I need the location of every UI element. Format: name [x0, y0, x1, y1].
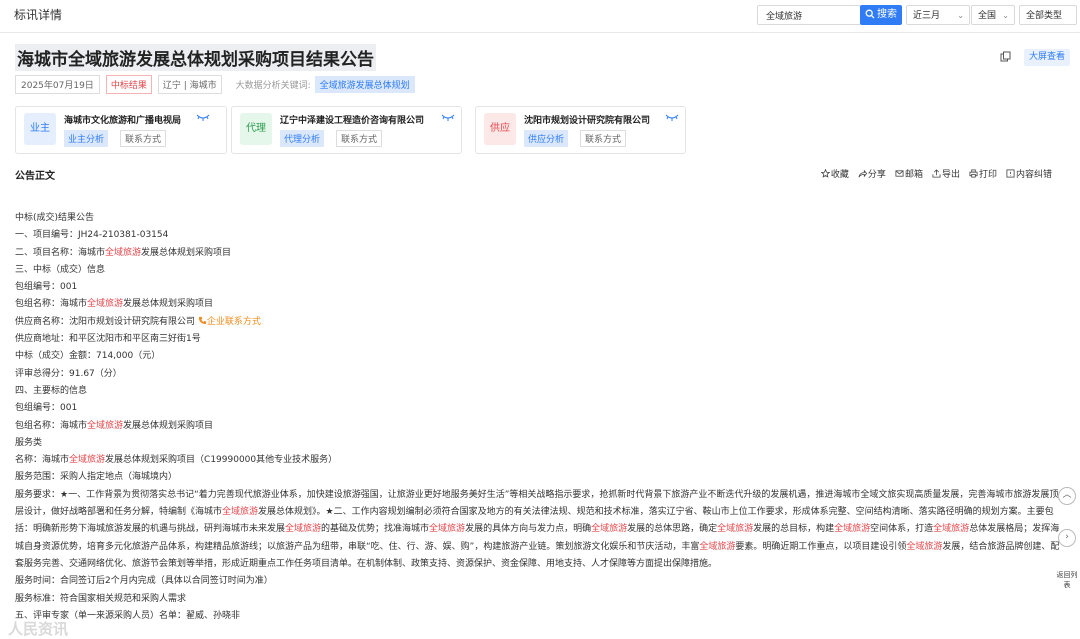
keyword-label: 大数据分析关键词:: [235, 80, 311, 91]
supplier-card: 供应 沈阳市规划设计研究院有限公司 供应分析 联系方式: [475, 106, 686, 154]
body-line: 包组名称：海城市全域旅游发展总体规划采购项目: [15, 299, 214, 310]
body-line: 二、项目名称：海城市全域旅游发展总体规划采购项目: [15, 247, 232, 258]
report-error-label: 内容纠错: [1015, 170, 1052, 180]
region-tag: 辽宁 | 海城市: [157, 74, 222, 94]
next-button[interactable]: ›: [1058, 529, 1076, 547]
export-label: 导出: [941, 170, 960, 180]
chevron-down-icon: ⌄: [957, 11, 964, 20]
status-badge: 中标结果: [105, 74, 152, 94]
back-to-list-button[interactable]: 返回列表: [1056, 570, 1078, 590]
scroll-up-button[interactable]: ︿: [1058, 487, 1076, 505]
phone-icon: [198, 316, 206, 324]
org-name[interactable]: 辽宁中泽建设工程造价咨询有限公司: [280, 113, 424, 126]
service-requirements: 服务要求：★一、工作背景为贯彻落实总书记“着力完善现代旅游业体系，加快建设旅游强…: [15, 489, 1060, 569]
copy-icon[interactable]: [1000, 51, 1011, 62]
eye-icon[interactable]: [441, 113, 455, 122]
agent-card: 代理 辽宁中泽建设工程造价咨询有限公司 代理分析 联系方式: [231, 106, 462, 154]
body-line: 五、评审专家（单一来源采购人员）名单：翟威、孙晓非: [15, 610, 241, 621]
action-bar: 收藏 分享 邮箱 导出 打印 内容纠错: [812, 167, 1052, 180]
big-screen-button[interactable]: 大屏查看: [1024, 49, 1070, 66]
owner-contact-button[interactable]: 联系方式: [120, 130, 167, 147]
time-filter-value: 近三月: [913, 11, 941, 21]
body-line: 服务范围：采购人指定地点（海城境内）: [15, 472, 178, 483]
print-label: 打印: [978, 170, 997, 180]
section-title: 公告正文: [15, 171, 55, 182]
body-line: 评审总得分：91.67（分）: [15, 368, 122, 379]
keyword-highlight: 全域旅游: [105, 247, 142, 258]
share-button[interactable]: 分享: [858, 167, 886, 180]
role-badge: 供应: [484, 113, 516, 145]
top-bar: 标讯详情 搜索 近三月 ⌄ 全国 ⌄ 全部类型: [0, 0, 1080, 33]
keyword-highlight: 全域旅游: [87, 420, 124, 431]
search-icon: [865, 9, 875, 19]
email-label: 邮箱: [904, 170, 923, 180]
role-badge: 代理: [240, 113, 272, 145]
body-line: 包组编号：001: [15, 282, 78, 293]
body-line: 包组编号：001: [15, 403, 78, 414]
body-line: 四、主要标的信息: [15, 385, 88, 396]
time-filter-dropdown[interactable]: 近三月 ⌄: [906, 5, 970, 25]
body-line: 一、项目编号：JH24-210381-03154: [15, 230, 169, 241]
export-icon: [932, 169, 941, 178]
favorite-button[interactable]: 收藏: [820, 167, 849, 180]
org-name[interactable]: 沈阳市规划设计研究院有限公司: [524, 113, 650, 126]
keyword-tag[interactable]: 全域旅游发展总体规划: [314, 75, 415, 93]
body-line: 服务类: [15, 437, 43, 448]
supplier-contact-button[interactable]: 联系方式: [580, 130, 627, 147]
region-filter-dropdown[interactable]: 全国 ⌄: [971, 5, 1015, 25]
owner-card: 业主 海城市文化旅游和广播电视局 业主分析 联系方式: [15, 106, 227, 154]
body-line: 供应商名称：沈阳市规划设计研究院有限公司 企业联系方式: [15, 316, 261, 327]
star-icon: [820, 169, 830, 178]
search-input[interactable]: [757, 5, 861, 25]
keyword-highlight: 全域旅游: [87, 299, 124, 310]
body-line: 名称：海城市全域旅游发展总体规划采购项目（C19990000其他专业技术服务）: [15, 455, 338, 466]
mail-icon: [895, 170, 904, 177]
eye-icon[interactable]: [196, 113, 210, 122]
date-tag: 2025年07月19日: [15, 74, 100, 94]
meta-row: 2025年07月19日 中标结果 辽宁 | 海城市 大数据分析关键词: 全域旅游…: [15, 74, 415, 94]
org-name[interactable]: 海城市文化旅游和广播电视局: [64, 113, 181, 126]
chevron-right-icon: ›: [1065, 532, 1069, 542]
search-button[interactable]: 搜索: [860, 5, 902, 25]
chevron-down-icon: ⌄: [1002, 11, 1009, 20]
body-line: 供应商地址：和平区沈阳市和平区南三好街1号: [15, 334, 201, 345]
region-filter-value: 全国: [978, 11, 997, 21]
email-button[interactable]: 邮箱: [895, 167, 923, 180]
notice-body: 中标(成交)结果公告 一、项目编号：JH24-210381-03154 二、项目…: [15, 210, 1060, 625]
body-line: 服务标准：符合国家相关规范和采购人需求: [15, 593, 187, 604]
favorite-label: 收藏: [830, 170, 849, 180]
role-badge: 业主: [24, 113, 56, 145]
agent-contact-button[interactable]: 联系方式: [336, 130, 383, 147]
share-icon: [858, 169, 867, 178]
print-button[interactable]: 打印: [969, 167, 997, 180]
body-line: 包组名称：海城市全域旅游发展总体规划采购项目: [15, 420, 214, 431]
tab-title[interactable]: 标讯详情: [14, 6, 62, 23]
body-line: 服务时间：合同签订后2个月内完成（具体以合同签订时间为准）: [15, 576, 273, 587]
export-button[interactable]: 导出: [932, 167, 960, 180]
search-button-label: 搜索: [877, 9, 897, 20]
company-contact-link[interactable]: 企业联系方式: [198, 316, 261, 327]
agent-analysis-button[interactable]: 代理分析: [280, 130, 325, 147]
watermark: 人民资讯: [8, 620, 69, 638]
share-label: 分享: [867, 170, 886, 180]
page-title: 海城市全域旅游发展总体规划采购项目结果公告: [15, 44, 376, 71]
eye-icon[interactable]: [665, 113, 679, 122]
chevron-up-icon: ︿: [1062, 490, 1072, 500]
body-line: 三、中标（成交）信息: [15, 264, 106, 275]
print-icon: [969, 169, 978, 178]
report-error-button[interactable]: 内容纠错: [1006, 167, 1052, 180]
type-filter-dropdown[interactable]: 全部类型: [1019, 5, 1077, 25]
supplier-analysis-button[interactable]: 供应分析: [524, 130, 569, 147]
owner-analysis-button[interactable]: 业主分析: [64, 130, 109, 147]
keyword-highlight: 全域旅游: [69, 455, 106, 466]
type-filter-value: 全部类型: [1026, 11, 1063, 21]
report-icon: [1006, 169, 1015, 178]
body-line: 中标（成交）金额：714,000（元）: [15, 351, 161, 362]
body-line: 中标(成交)结果公告: [15, 213, 95, 223]
